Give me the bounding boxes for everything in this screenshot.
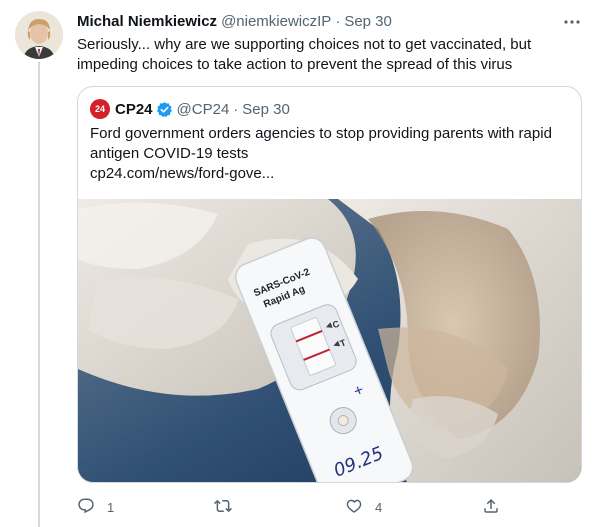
retweet-button[interactable] bbox=[214, 496, 232, 518]
quoted-tweet-date: Sep 30 bbox=[242, 100, 290, 118]
quoted-tweet-text: Ford government orders agencies to stop … bbox=[90, 124, 570, 184]
avatar-image bbox=[15, 11, 63, 59]
more-options-icon[interactable] bbox=[562, 12, 582, 32]
quoted-tweet-link[interactable]: cp24.com/news/ford-gove... bbox=[90, 164, 570, 184]
like-count: 4 bbox=[375, 499, 383, 515]
quoted-tweet-image[interactable]: C T SARS-CoV-2 Rapid Ag + 09.25 bbox=[78, 199, 581, 482]
tweet-actions: 1 4 bbox=[77, 496, 517, 518]
share-icon bbox=[482, 497, 500, 518]
like-icon bbox=[345, 497, 363, 518]
author-handle[interactable]: @niemkiewiczIP bbox=[221, 12, 331, 32]
separator: · bbox=[335, 13, 341, 30]
tweet-header: Michal Niemkiewicz @niemkiewiczIP · Sep … bbox=[77, 12, 582, 32]
reply-button[interactable]: 1 bbox=[77, 496, 114, 518]
retweet-icon bbox=[214, 497, 232, 518]
like-button[interactable]: 4 bbox=[345, 496, 382, 518]
verified-icon bbox=[156, 101, 173, 118]
tweet-date[interactable]: Sep 30 bbox=[344, 12, 392, 32]
quoted-tweet[interactable]: 24 CP24 @CP24 · Sep 30 Ford government o… bbox=[77, 86, 582, 483]
reply-count: 1 bbox=[107, 499, 115, 515]
rapid-test-photo: C T SARS-CoV-2 Rapid Ag + 09.25 bbox=[78, 199, 581, 482]
quoted-tweet-header: 24 CP24 @CP24 · Sep 30 bbox=[90, 99, 290, 119]
quoted-tweet-body: Ford government orders agencies to stop … bbox=[90, 125, 552, 162]
tweet-text: Seriously... why are we supporting choic… bbox=[77, 36, 532, 73]
share-button[interactable] bbox=[482, 496, 500, 518]
separator: · bbox=[233, 100, 239, 118]
avatar[interactable] bbox=[15, 11, 63, 59]
quoted-author-handle: @CP24 bbox=[176, 100, 230, 118]
quoted-author-name: CP24 bbox=[115, 100, 153, 118]
author-name[interactable]: Michal Niemkiewicz bbox=[77, 12, 217, 32]
thread-line bbox=[38, 62, 40, 527]
reply-icon bbox=[77, 497, 95, 518]
cp24-logo: 24 bbox=[90, 99, 110, 119]
